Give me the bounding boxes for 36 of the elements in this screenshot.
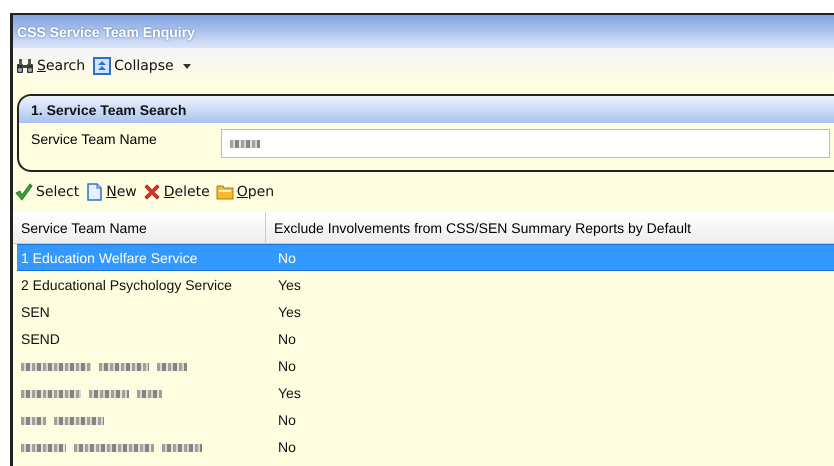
table-row[interactable]: No xyxy=(17,352,834,379)
field-label: Service Team Name xyxy=(31,130,158,147)
column-header[interactable]: Service Team Name xyxy=(13,212,266,243)
redacted-text xyxy=(137,390,162,398)
delete-button[interactable]: Delete xyxy=(142,183,210,201)
table-row[interactable]: Yes xyxy=(17,379,834,406)
table-row[interactable]: SEND No xyxy=(17,325,834,352)
section-title: 1. Service Team Search xyxy=(19,96,834,123)
caret-icon[interactable] xyxy=(182,64,191,68)
collapse-icon xyxy=(93,57,112,75)
redacted-text xyxy=(21,416,46,424)
table-row[interactable]: SEN Yes xyxy=(17,298,834,325)
table-row[interactable]: No xyxy=(17,433,834,460)
redacted-text xyxy=(54,416,104,424)
column-header[interactable]: Exclude Involvements from CSS/SEN Summary Reports by Default xyxy=(266,220,834,236)
redacted-text xyxy=(21,390,81,398)
open-button[interactable]: Open xyxy=(216,183,274,201)
redacted-text xyxy=(99,362,149,370)
redacted-text xyxy=(21,444,66,452)
redacted-text xyxy=(89,390,129,398)
checkmark-icon xyxy=(15,183,33,201)
document-icon xyxy=(85,183,104,201)
search-button[interactable]: Search xyxy=(16,57,86,75)
window-title: CSS Service Team Enquiry xyxy=(13,15,834,48)
cross-icon xyxy=(142,183,161,201)
table-row[interactable]: No xyxy=(17,406,834,433)
table-row[interactable]: 2 Educational Psychology Service Yes xyxy=(17,271,834,298)
select-button[interactable]: Select xyxy=(15,183,80,201)
redacted-text xyxy=(157,362,187,370)
redacted-text xyxy=(162,444,202,452)
redacted-text xyxy=(21,362,91,370)
binoculars-icon xyxy=(16,57,34,75)
new-button[interactable]: New xyxy=(85,183,137,201)
collapse-button[interactable]: Collapse xyxy=(93,57,191,75)
input-field[interactable] xyxy=(221,129,830,158)
folder-icon xyxy=(216,183,234,201)
